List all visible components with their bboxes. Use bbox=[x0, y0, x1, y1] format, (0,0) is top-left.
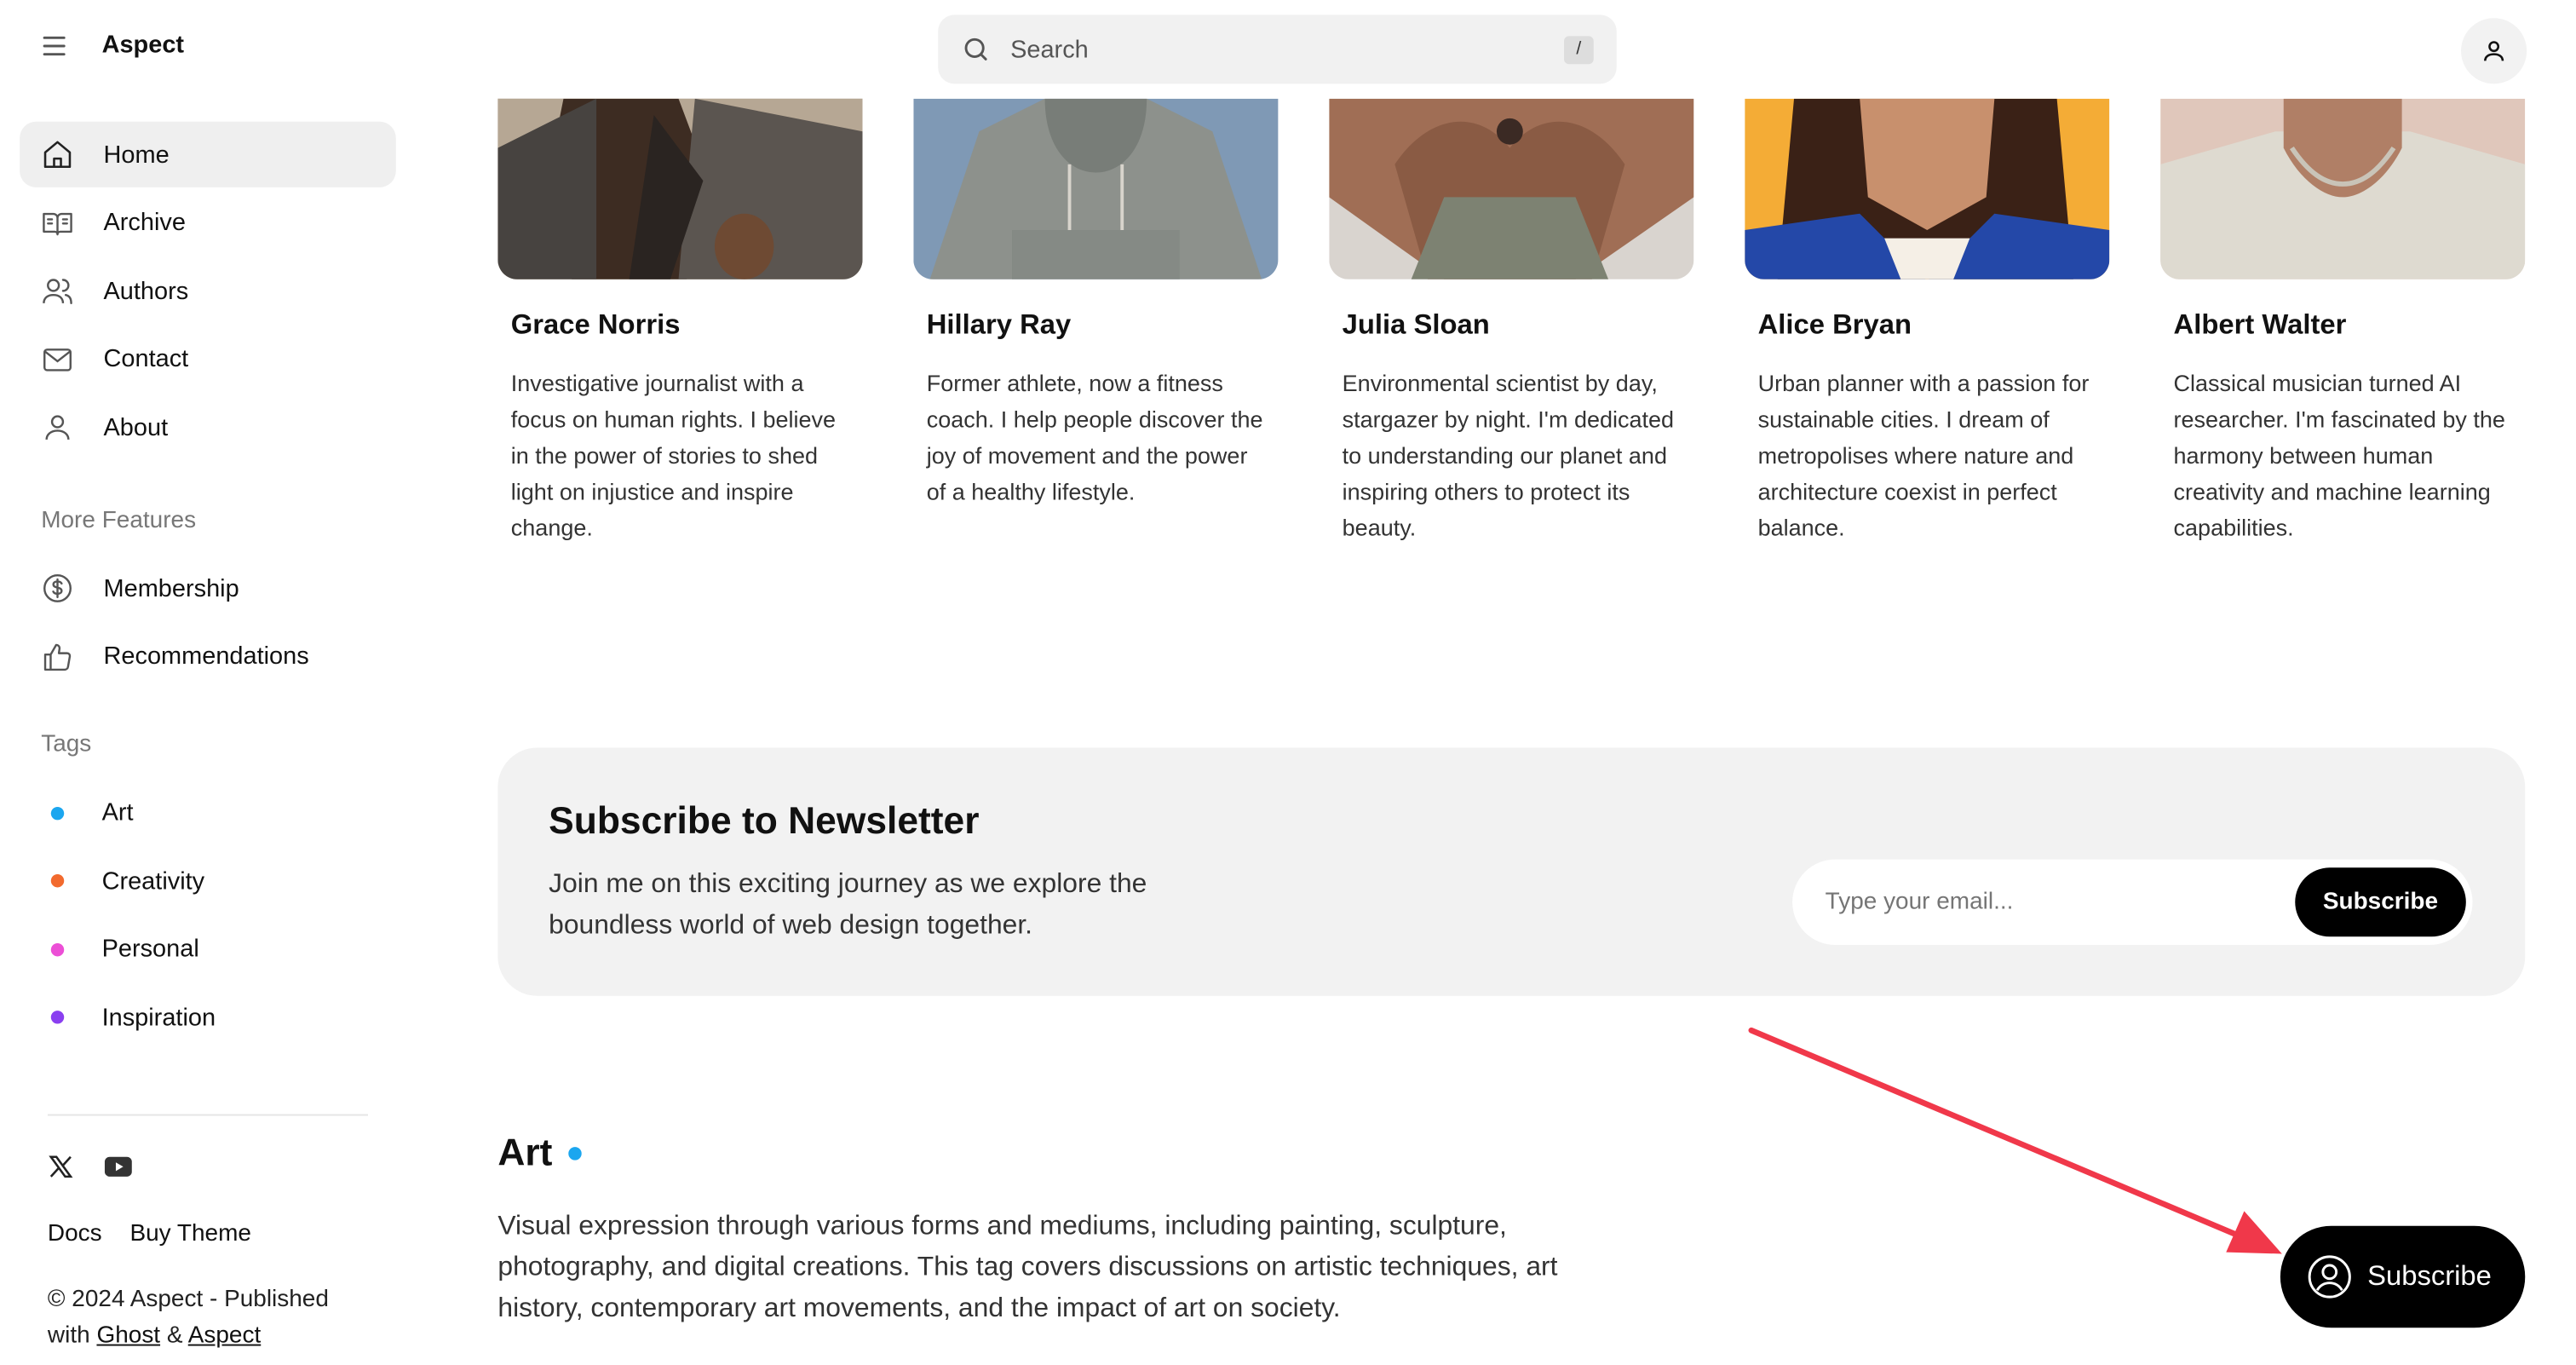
site-title[interactable]: Aspect bbox=[102, 32, 184, 60]
nav-item-home[interactable]: Home bbox=[20, 121, 396, 187]
docs-link[interactable]: Docs bbox=[48, 1221, 102, 1247]
author-photo[interactable] bbox=[497, 98, 863, 279]
author-bio: Investigative journalist with a focus on… bbox=[510, 369, 837, 541]
thumbs-up-icon bbox=[43, 642, 72, 671]
tag-item-personal[interactable]: Personal bbox=[20, 915, 396, 983]
search-bar[interactable]: Search / bbox=[938, 14, 1617, 84]
tags-nav: Art Creativity Personal Inspiration bbox=[20, 779, 396, 1051]
tag-color-dot bbox=[50, 874, 65, 888]
tags-label: Tags bbox=[41, 731, 92, 758]
nav-label: Authors bbox=[103, 276, 189, 305]
author-name[interactable]: Alice Bryan bbox=[1758, 309, 2096, 343]
author-bio: Environmental scientist by day, stargaze… bbox=[1342, 369, 1675, 541]
nav-label: Recommendations bbox=[103, 642, 309, 671]
home-icon bbox=[43, 141, 72, 169]
author-photo[interactable] bbox=[1745, 98, 2110, 279]
more-features-label: More Features bbox=[41, 507, 197, 534]
tag-section-description: Visual expression through various forms … bbox=[497, 1211, 1558, 1323]
author-photo[interactable] bbox=[913, 98, 1279, 279]
subscribe-button[interactable]: Subscribe bbox=[2295, 867, 2466, 937]
nav-item-archive[interactable]: Archive bbox=[20, 190, 396, 256]
nav-label: Archive bbox=[103, 208, 186, 237]
author-card[interactable]: Hillary Ray Former athlete, now a fitnes… bbox=[913, 98, 1279, 546]
ghost-link[interactable]: Ghost bbox=[96, 1323, 160, 1350]
nav-item-membership[interactable]: Membership bbox=[20, 556, 396, 621]
account-button[interactable] bbox=[2461, 18, 2527, 84]
buy-theme-link[interactable]: Buy Theme bbox=[129, 1221, 251, 1247]
search-shortcut-key: / bbox=[1564, 35, 1594, 64]
nav-label: Home bbox=[103, 140, 170, 169]
floating-subscribe-button[interactable]: Subscribe bbox=[2280, 1225, 2526, 1328]
tag-item-art[interactable]: Art bbox=[20, 779, 396, 847]
social-links bbox=[48, 1154, 133, 1180]
author-cards: Grace Norris Investigative journalist wi… bbox=[497, 98, 2526, 546]
copyright: © 2024 Aspect - Published with Ghost & A… bbox=[48, 1281, 377, 1354]
users-icon bbox=[43, 279, 72, 305]
copyright-amp: & bbox=[166, 1322, 183, 1350]
sidebar-divider bbox=[47, 1114, 369, 1116]
tag-title-text: Art bbox=[497, 1130, 553, 1174]
tag-label: Inspiration bbox=[101, 1003, 216, 1032]
tag-label: Personal bbox=[101, 935, 199, 964]
tag-color-dot bbox=[50, 942, 65, 956]
tag-color-dot bbox=[50, 806, 65, 820]
author-card[interactable]: Grace Norris Investigative journalist wi… bbox=[497, 98, 863, 546]
newsletter-section: Subscribe to Newsletter Join me on this … bbox=[497, 747, 2526, 996]
author-name[interactable]: Julia Sloan bbox=[1343, 309, 1681, 343]
x-icon[interactable] bbox=[48, 1154, 74, 1180]
author-bio: Former athlete, now a fitness coach. I h… bbox=[926, 369, 1263, 505]
footer-links: Docs Buy Theme bbox=[48, 1221, 251, 1247]
tag-item-inspiration[interactable]: Inspiration bbox=[20, 983, 396, 1051]
nav-label: Membership bbox=[103, 574, 239, 602]
newsletter-form: Subscribe bbox=[1792, 859, 2473, 945]
author-name[interactable]: Hillary Ray bbox=[927, 309, 1265, 343]
book-open-icon bbox=[43, 211, 72, 235]
aspect-link[interactable]: Aspect bbox=[188, 1323, 262, 1350]
user-circle-icon bbox=[2308, 1255, 2351, 1299]
newsletter-title: Subscribe to Newsletter bbox=[549, 798, 980, 842]
author-bio: Urban planner with a passion for sustain… bbox=[1757, 369, 2090, 541]
dollar-circle-icon bbox=[43, 573, 72, 602]
email-field[interactable] bbox=[1825, 889, 2296, 916]
tag-label: Art bbox=[101, 798, 134, 827]
author-photo[interactable] bbox=[1329, 98, 1694, 279]
author-name[interactable]: Grace Norris bbox=[511, 309, 849, 343]
author-card[interactable]: Albert Walter Classical musician turned … bbox=[2160, 98, 2526, 546]
author-card[interactable]: Julia Sloan Environmental scientist by d… bbox=[1329, 98, 1694, 546]
tag-section-title: Art bbox=[497, 1130, 583, 1175]
features-nav: Membership Recommendations bbox=[20, 556, 396, 692]
page-root: Aspect Home Archive Authors Contact Abou… bbox=[0, 0, 2576, 1365]
nav-item-recommendations[interactable]: Recommendations bbox=[20, 624, 396, 689]
brand: Aspect bbox=[41, 32, 184, 60]
tag-color-dot bbox=[50, 1011, 65, 1024]
search-placeholder: Search bbox=[1010, 35, 1089, 64]
author-name[interactable]: Albert Walter bbox=[2174, 309, 2512, 343]
youtube-icon[interactable] bbox=[104, 1155, 134, 1178]
main-nav: Home Archive Authors Contact About bbox=[20, 121, 396, 463]
author-photo[interactable] bbox=[2160, 98, 2526, 279]
author-bio: Classical musician turned AI researcher.… bbox=[2173, 369, 2505, 541]
floating-subscribe-label: Subscribe bbox=[2367, 1260, 2492, 1292]
tag-item-creativity[interactable]: Creativity bbox=[20, 847, 396, 915]
nav-label: Contact bbox=[103, 345, 189, 373]
mail-icon bbox=[43, 348, 72, 371]
tag-color-dot bbox=[568, 1146, 583, 1160]
user-icon bbox=[2484, 41, 2504, 61]
menu-icon[interactable] bbox=[41, 33, 66, 58]
nav-label: About bbox=[103, 413, 169, 441]
search-icon bbox=[964, 37, 987, 60]
nav-item-contact[interactable]: Contact bbox=[20, 326, 396, 392]
user-icon bbox=[45, 415, 70, 441]
author-card[interactable]: Alice Bryan Urban planner with a passion… bbox=[1745, 98, 2110, 546]
tag-label: Creativity bbox=[101, 867, 205, 896]
sidebar: Aspect Home Archive Authors Contact Abou… bbox=[0, 0, 416, 1365]
newsletter-description: Join me on this exciting journey as we e… bbox=[549, 869, 1147, 941]
nav-item-about[interactable]: About bbox=[20, 395, 396, 460]
nav-item-authors[interactable]: Authors bbox=[20, 258, 396, 324]
